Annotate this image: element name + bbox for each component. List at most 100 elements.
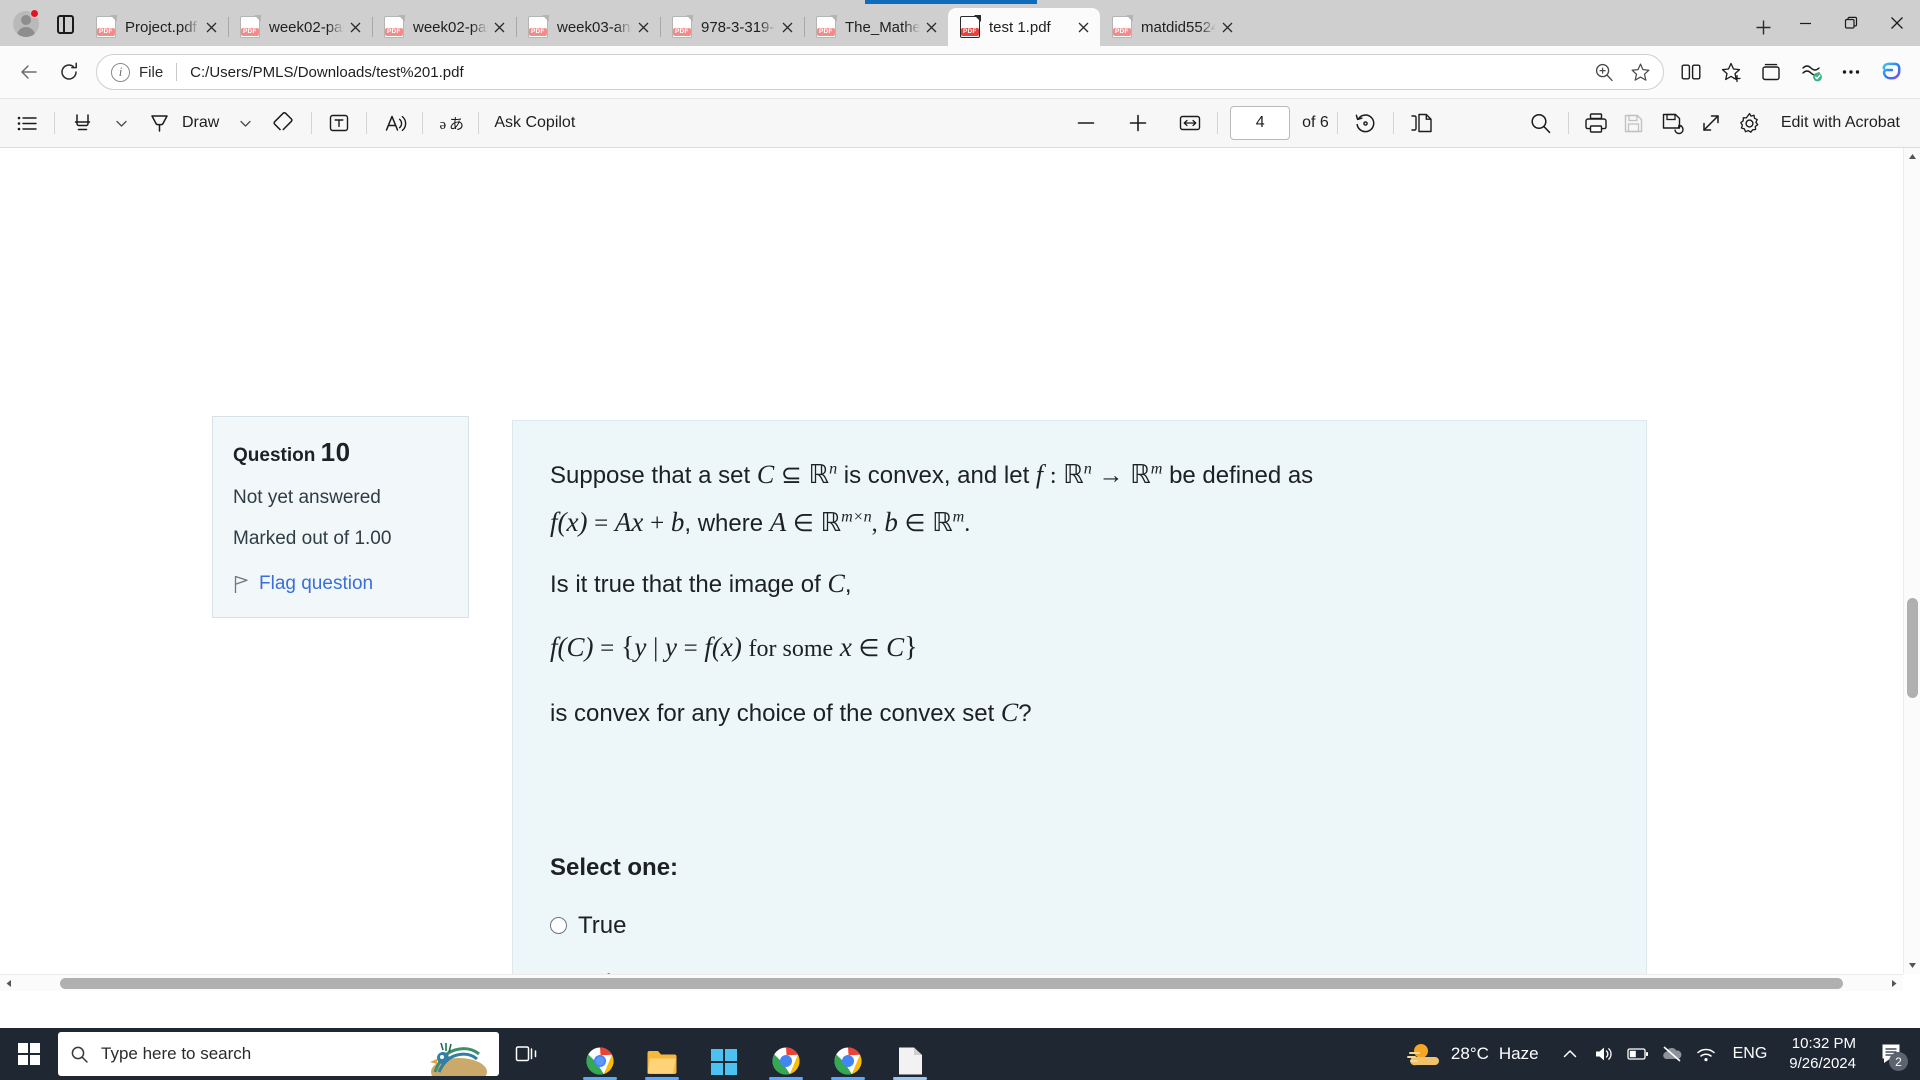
browser-tab[interactable]: PDF matdid5524 (1100, 8, 1244, 46)
browser-tab[interactable]: PDF Project.pdf (84, 8, 228, 46)
taskbar-app-chrome-3[interactable] (817, 1028, 879, 1080)
taskbar-app-document[interactable] (879, 1028, 941, 1080)
pdf-icon: PDF (240, 15, 261, 38)
copilot-icon[interactable] (1872, 53, 1910, 91)
scroll-left-arrow-icon[interactable] (0, 975, 17, 992)
browser-tab-active[interactable]: PDF test 1.pdf (948, 8, 1100, 46)
draw-chevron-down-icon[interactable] (226, 104, 264, 142)
question-closing-line: is convex for any choice of the convex s… (550, 698, 1032, 728)
erase-icon[interactable] (264, 104, 303, 142)
close-icon[interactable] (488, 16, 510, 38)
browser-tab[interactable]: PDF week02-par (228, 8, 372, 46)
ask-copilot-button[interactable]: Ask Copilot (487, 104, 582, 142)
favorites-icon[interactable] (1712, 53, 1750, 91)
open-in-new-window-icon[interactable] (1692, 104, 1730, 142)
tab-title: The_Mathem (845, 18, 920, 36)
close-icon[interactable] (1072, 16, 1094, 38)
notification-center-button[interactable]: 2 (1868, 1028, 1914, 1080)
read-aloud-icon[interactable] (375, 104, 414, 142)
address-input[interactable]: i File C:/Users/PMLS/Downloads/test%201.… (96, 54, 1664, 90)
taskbar-app-file-explorer[interactable] (631, 1028, 693, 1080)
zoom-in-button[interactable] (1119, 104, 1157, 142)
vertical-scrollbar[interactable] (1903, 148, 1920, 974)
profile-avatar[interactable] (6, 4, 46, 44)
browser-tab[interactable]: PDF week02-par (372, 8, 516, 46)
translate-icon[interactable]: ə あ (431, 104, 470, 142)
close-button[interactable] (1874, 0, 1920, 46)
favorite-star-icon[interactable] (1623, 56, 1657, 88)
zoom-out-button[interactable] (1067, 104, 1105, 142)
scroll-down-arrow-icon[interactable] (1904, 957, 1920, 974)
refresh-button[interactable] (50, 53, 88, 91)
draw-button[interactable]: Draw (140, 104, 226, 142)
onedrive-offline-icon[interactable] (1655, 1028, 1689, 1080)
settings-and-more-icon[interactable] (1832, 53, 1870, 91)
function-f: f (1035, 460, 1044, 489)
split-screen-icon[interactable] (1672, 53, 1710, 91)
horizontal-scrollbar[interactable] (0, 974, 1903, 991)
show-hidden-icons-chevron-up-icon[interactable] (1553, 1028, 1587, 1080)
close-icon[interactable] (200, 16, 222, 38)
new-tab-button[interactable] (1744, 8, 1782, 46)
back-button[interactable] (10, 53, 48, 91)
fit-to-page-icon[interactable] (1171, 104, 1209, 142)
close-icon[interactable] (776, 16, 798, 38)
clock[interactable]: 10:32 PM 9/26/2024 (1777, 1034, 1868, 1075)
battery-icon[interactable] (1621, 1028, 1655, 1080)
taskbar-app-chrome[interactable] (569, 1028, 631, 1080)
weather-widget[interactable]: 28°C Haze (1393, 1040, 1553, 1068)
save-icon[interactable] (1615, 104, 1653, 142)
scroll-up-arrow-icon[interactable] (1904, 148, 1920, 165)
rotate-icon[interactable] (1346, 104, 1385, 142)
clock-time: 10:32 PM (1791, 1034, 1856, 1052)
collections-icon[interactable] (1752, 53, 1790, 91)
minimize-button[interactable] (1782, 0, 1828, 46)
search-icon[interactable] (1522, 104, 1560, 142)
network-wifi-icon[interactable] (1689, 1028, 1723, 1080)
browser-tab[interactable]: PDF 978-3-319-9 (660, 8, 804, 46)
add-text-icon[interactable] (320, 104, 358, 142)
set-C: C (1000, 698, 1019, 728)
close-icon[interactable] (344, 16, 366, 38)
vertical-tabs-icon[interactable] (46, 4, 84, 44)
vertical-scroll-thumb[interactable] (1907, 598, 1918, 698)
taskbar-app-microsoft-store[interactable] (693, 1028, 755, 1080)
info-icon[interactable]: i (111, 62, 130, 82)
pdf-icon: PDF (384, 15, 405, 38)
radio-button-true[interactable] (550, 917, 567, 935)
print-icon[interactable] (1577, 104, 1615, 142)
taskbar-app-chrome-2[interactable] (755, 1028, 817, 1080)
search-icon (71, 1046, 88, 1063)
browser-tab[interactable]: PDF The_Mathem (804, 8, 948, 46)
language-indicator[interactable]: ENG (1723, 1045, 1778, 1063)
zoom-icon[interactable] (1587, 56, 1621, 88)
browser-tab[interactable]: PDF week03-ann (516, 8, 660, 46)
answer-option-true[interactable]: True (550, 912, 1606, 940)
table-of-contents-icon[interactable] (8, 104, 46, 142)
flag-question-link[interactable]: Flag question (233, 573, 448, 595)
highlight-chevron-down-icon[interactable] (102, 104, 140, 142)
horizontal-scroll-thumb[interactable] (60, 978, 1843, 989)
start-button[interactable] (0, 1028, 58, 1080)
stmt-a: Suppose that a set (550, 462, 751, 489)
arrow-symbol: → (1098, 462, 1124, 489)
save-as-icon[interactable] (1653, 104, 1692, 142)
page-view-icon[interactable] (1402, 104, 1442, 142)
edit-with-acrobat-button[interactable]: Edit with Acrobat (1769, 104, 1912, 142)
volume-icon[interactable] (1587, 1028, 1621, 1080)
scroll-right-arrow-icon[interactable] (1886, 975, 1903, 992)
taskbar-search-box[interactable]: Type here to search (58, 1032, 499, 1076)
close-icon[interactable] (632, 16, 654, 38)
microsoft-store-icon (711, 1049, 737, 1075)
page-number-input[interactable]: 4 (1230, 106, 1291, 140)
task-view-button[interactable] (499, 1028, 555, 1080)
close-icon[interactable] (920, 16, 942, 38)
gear-icon[interactable] (1730, 104, 1769, 142)
browser-essentials-icon[interactable] (1792, 53, 1830, 91)
close-icon[interactable] (1216, 16, 1238, 38)
tab-title: Project.pdf (125, 18, 197, 36)
question-statement: Suppose that a set C ⊆ ℝn is convex, and… (550, 455, 1606, 496)
restore-button[interactable] (1828, 0, 1874, 46)
pdf-scroll-area[interactable]: False Question 10 Not yet answered Marke… (0, 148, 1920, 991)
highlight-icon[interactable] (63, 104, 102, 142)
